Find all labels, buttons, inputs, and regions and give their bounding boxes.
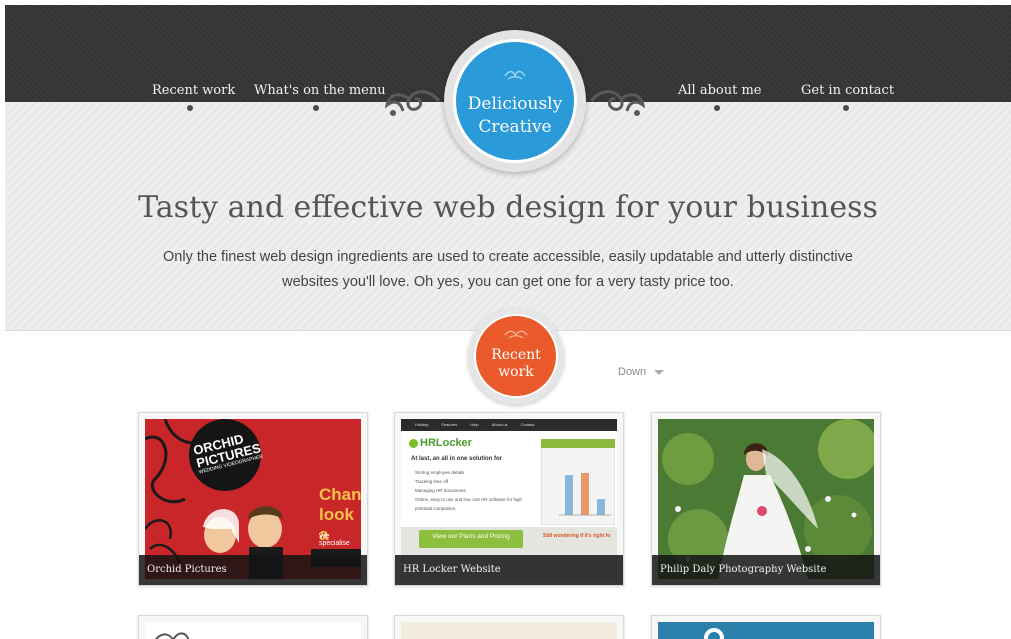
partial-thumbnail (401, 622, 617, 639)
recent-work-badge: Recent work (474, 314, 558, 398)
hr-thumb-cta-button: View our Plans and Pricing (419, 530, 523, 548)
recent-work-label-line1: Recent (491, 347, 541, 363)
hr-logo-text: HRLocker (420, 437, 472, 449)
hr-thumb-side-text: Still wondering if it's right fo (543, 533, 611, 539)
nav-marker-dot (714, 105, 720, 111)
site-logo[interactable]: Deliciously Creative (453, 39, 577, 163)
nav-marker-dot (843, 105, 849, 111)
nav-get-in-contact[interactable]: Get in contact (801, 83, 894, 98)
hr-nav-item: Contact (520, 422, 535, 427)
hr-list-item: Tracking time off (415, 479, 449, 484)
logo-flourish-icon (504, 70, 526, 80)
portfolio-card-orchid-pictures[interactable]: ORCHID PICTURES WEDDING VIDEOGRAPHER Cha… (138, 412, 368, 586)
recent-work-label-line2: work (498, 364, 534, 380)
hero-heading: Tasty and effective web design for your … (138, 190, 878, 225)
hr-nav-item: About us (491, 422, 508, 427)
hr-thumb-lead: At last, an all in one solution for (411, 456, 503, 462)
nav-marker-dot (313, 105, 319, 111)
hr-thumb-list: Storing employee details Tracking time o… (415, 468, 535, 513)
hr-nav-item: Holiday (415, 422, 429, 427)
hr-list-item: Online, easy to use and low cost HR soft… (415, 497, 523, 511)
nav-marker-dot (187, 105, 193, 111)
left-flourish-ornament-icon (385, 90, 441, 116)
hr-thumb-navbar: Holiday Features Help About us Contact (401, 419, 617, 431)
portfolio-card-philip-daly[interactable]: Philip Daly Photography Website (651, 412, 881, 586)
card-caption: HR Locker Website (395, 555, 623, 585)
down-label: Down (618, 366, 647, 378)
portfolio-card-partial[interactable] (651, 615, 881, 639)
hr-thumb-logo: HRLocker (409, 437, 472, 449)
nav-all-about-me[interactable]: All about me (678, 83, 761, 98)
portfolio-card-partial[interactable] (138, 615, 368, 639)
card-caption: Orchid Pictures (139, 555, 367, 585)
hero-description-line2: websites you'll love. Oh yes, you can ge… (282, 274, 734, 290)
orchid-body-text: We specialise (319, 533, 350, 547)
orchid-headline-1: Chan (319, 485, 361, 504)
partial-ornament-icon (155, 632, 190, 639)
page: Recent work What's on the menu All about… (5, 5, 1011, 639)
chevron-down-icon (654, 369, 665, 375)
hr-list-item: Storing employee details (415, 470, 465, 475)
portfolio-card-partial[interactable] (394, 615, 624, 639)
portfolio-card-hr-locker[interactable]: Holiday Features Help About us Contact H… (394, 412, 624, 586)
card-caption: Philip Daly Photography Website (652, 555, 880, 585)
hero-description: Only the finest web design ingredients a… (135, 245, 881, 295)
hr-nav-item: Help (470, 422, 479, 427)
partial-logo-icon (704, 628, 724, 639)
partial-thumbnail (145, 622, 361, 639)
partial-thumbnail (658, 622, 874, 639)
hr-logo-icon (409, 438, 418, 448)
nav-whats-on-the-menu[interactable]: What's on the menu (254, 83, 386, 98)
hr-thumb-chart-screenshot (541, 439, 615, 525)
hr-nav-item: Features (441, 422, 458, 427)
hr-list-item: Managing HR documents (415, 488, 466, 493)
badge-flourish-icon (504, 330, 528, 339)
right-flourish-ornament-icon (589, 90, 645, 116)
nav-recent-work[interactable]: Recent work (152, 83, 235, 98)
hero-description-line1: Only the finest web design ingredients a… (163, 249, 853, 265)
scroll-down-control[interactable]: Down (618, 366, 665, 378)
logo-text-line2: Creative (478, 117, 552, 137)
logo-text-line1: Deliciously (467, 94, 563, 114)
